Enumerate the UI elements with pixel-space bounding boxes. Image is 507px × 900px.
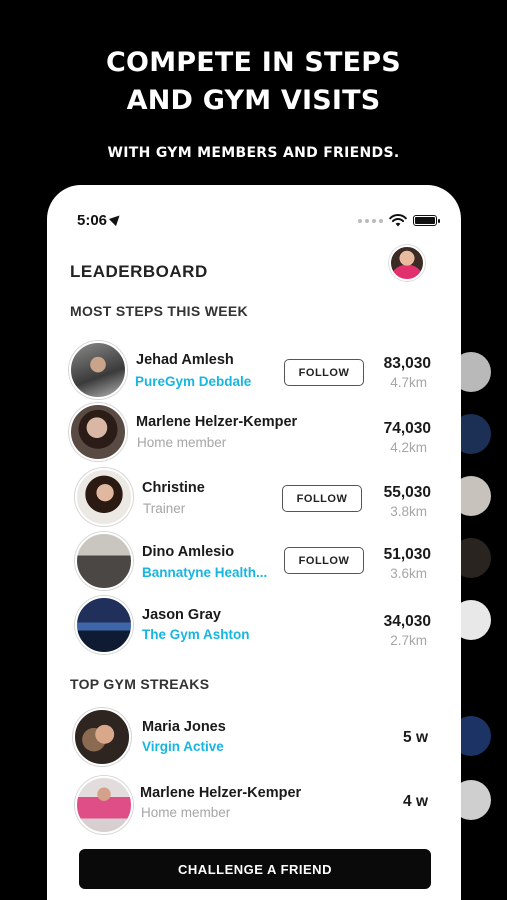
challenge-friend-button[interactable]: CHALLENGE A FRIEND [79,849,431,889]
wifi-icon [389,214,407,227]
member-subtitle: Trainer [143,501,186,516]
distance: 3.6km [390,566,427,581]
follow-button[interactable]: FOLLOW [284,547,364,574]
avatar [69,403,127,461]
streaks-section-title: TOP GYM STREAKS [70,676,210,692]
leaderboard-title: LEADERBOARD [70,262,208,281]
member-gym-link[interactable]: Virgin Active [142,739,224,754]
battery-icon [413,215,440,226]
follow-button[interactable]: FOLLOW [284,359,364,386]
leaderboard-row[interactable]: Dino Amlesio Bannatyne Health... FOLLOW … [47,531,461,591]
member-name: Marlene Helzer-Kemper [136,414,298,430]
leaderboard-row[interactable]: Marlene Helzer-Kemper Home member 74,030… [47,402,461,462]
member-name: Jehad Amlesh [136,352,234,368]
member-name: Marlene Helzer-Kemper [140,785,302,801]
follow-button[interactable]: FOLLOW [282,485,362,512]
avatar [75,596,133,654]
avatar [73,708,131,766]
leaderboard-row[interactable]: Christine Trainer FOLLOW 55,030 3.8km [47,467,461,527]
status-icons [358,214,440,227]
member-subtitle: Home member [141,805,231,820]
status-time-text: 5:06 [77,212,108,229]
member-name: Christine [142,480,205,496]
streak-row[interactable]: Marlene Helzer-Kemper Home member 4 w [47,773,461,834]
avatar [75,468,133,526]
distance: 4.2km [390,440,427,455]
member-name: Jason Gray [142,607,221,623]
step-count: 83,030 [383,355,431,372]
step-count: 51,030 [383,546,431,563]
step-count: 34,030 [383,613,431,630]
signal-icon [358,218,383,223]
status-time: 5:06 [77,211,124,229]
member-gym-link[interactable]: PureGym Debdale [135,374,251,389]
distance: 2.7km [390,633,427,648]
distance: 3.8km [390,504,427,519]
profile-avatar[interactable] [389,245,425,281]
phone-screen: 5:06 LEADERBOARD MOST STEPS THIS WEEK Je… [47,185,461,900]
member-name: Dino Amlesio [142,544,235,560]
promo-headline-line-1: COMPETE IN STEPS [106,47,401,78]
leaderboard-row[interactable]: Jehad Amlesh PureGym Debdale FOLLOW 83,0… [47,340,461,400]
step-count: 74,030 [383,420,431,437]
status-bar: 5:06 [77,211,440,232]
promo-headline-line-2: AND GYM VISITS [126,85,381,116]
steps-section-title: MOST STEPS THIS WEEK [70,303,248,319]
step-count: 55,030 [383,484,431,501]
streak-count: 5 w [403,729,428,746]
avatar [75,532,133,590]
streak-count: 4 w [403,793,428,810]
promo-headline: COMPETE IN STEPS AND GYM VISITS [0,44,507,120]
promo-subline: WITH GYM MEMBERS AND FRIENDS. [107,145,400,161]
location-arrow-icon [108,211,124,227]
member-subtitle: Home member [137,435,227,450]
streak-row[interactable]: Maria Jones Virgin Active 5 w [47,707,461,767]
member-gym-link[interactable]: Bannatyne Health... [142,565,267,580]
leaderboard-row[interactable]: Jason Gray The Gym Ashton 34,030 2.7km [47,595,461,655]
avatar [69,341,127,399]
distance: 4.7km [390,375,427,390]
avatar [75,776,133,834]
member-gym-link[interactable]: The Gym Ashton [142,627,250,642]
member-name: Maria Jones [142,719,226,735]
